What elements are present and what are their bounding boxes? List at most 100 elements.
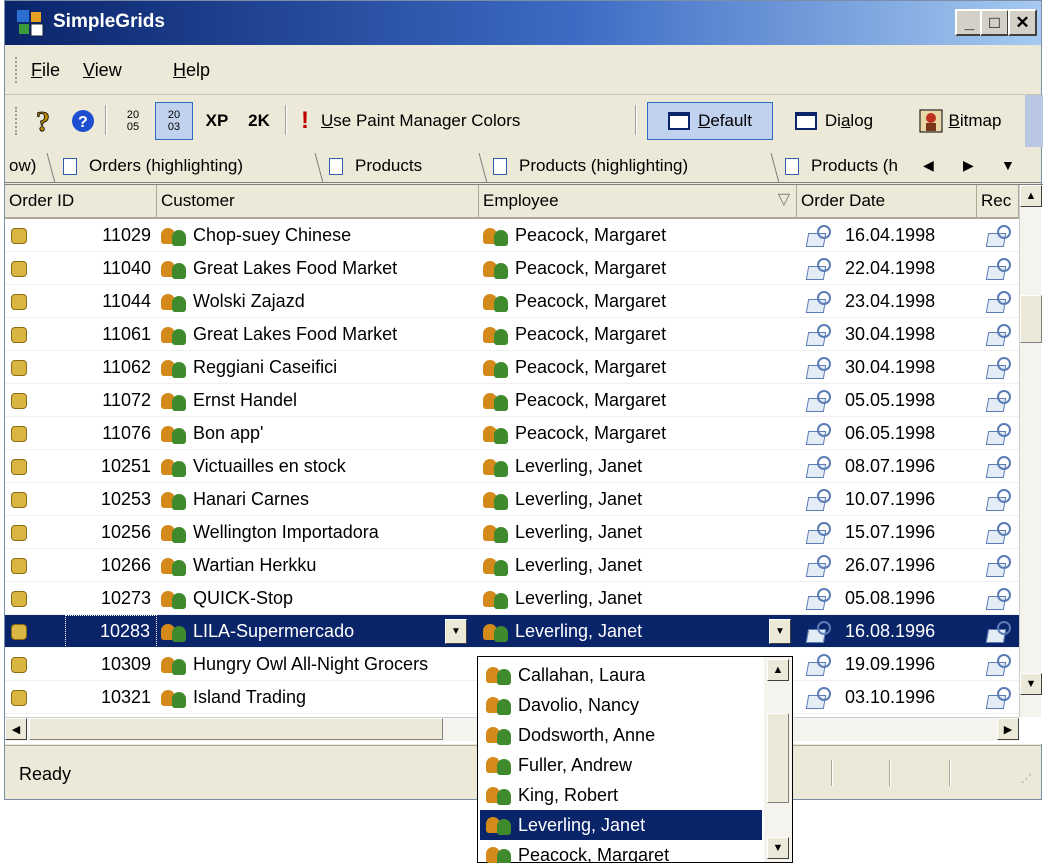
employee-cell[interactable]: Leverling, Janet <box>483 516 769 549</box>
required-date-cell[interactable] <box>979 384 1019 417</box>
customer-cell[interactable]: LILA-Supermercado <box>161 615 479 648</box>
employee-cell[interactable]: Leverling, Janet <box>483 582 769 615</box>
table-row[interactable]: 11061 Great Lakes Food Market Peacock, Mar… <box>5 318 1019 351</box>
order-date-cell[interactable]: 05.08.1996 <box>799 582 977 615</box>
vertical-scrollbar[interactable]: ▲ ▼ <box>1019 185 1042 717</box>
order-id-cell[interactable]: 10283 <box>65 615 157 648</box>
employee-cell[interactable]: Peacock, Margaret <box>483 417 769 450</box>
customer-dropdown-button[interactable]: ▼ <box>445 619 467 644</box>
column-header-order-id[interactable]: Order ID <box>5 185 157 219</box>
order-date-cell[interactable]: 16.08.1996 <box>799 615 977 648</box>
employee-cell[interactable]: Leverling, Janet <box>483 549 769 582</box>
required-date-cell[interactable] <box>979 615 1019 648</box>
order-date-cell[interactable]: 19.09.1996 <box>799 648 977 681</box>
customer-cell[interactable]: Chop-suey Chinese <box>161 219 479 252</box>
dialog-style-button[interactable]: Di a log <box>779 102 889 140</box>
customer-cell[interactable]: Ernst Handel <box>161 384 479 417</box>
dropdown-scroll-down-button[interactable]: ▼ <box>767 837 789 859</box>
tab-products-highlighting[interactable]: Products (highlighting) <box>493 149 688 183</box>
employee-cell[interactable]: Peacock, Margaret <box>483 252 769 285</box>
order-id-cell[interactable]: 10253 <box>65 483 157 516</box>
dropdown-item[interactable]: Fuller, Andrew <box>480 750 762 780</box>
help-button[interactable]: ? <box>67 102 99 140</box>
customer-cell[interactable]: Hungry Owl All-Night Grocers <box>161 648 479 681</box>
required-date-cell[interactable] <box>979 450 1019 483</box>
horizontal-scroll-thumb[interactable] <box>29 718 443 740</box>
order-id-cell[interactable]: 11072 <box>65 384 157 417</box>
menu-help[interactable]: Help <box>173 60 210 81</box>
employee-cell[interactable]: Peacock, Margaret <box>483 351 769 384</box>
customer-cell[interactable]: Hanari Carnes <box>161 483 479 516</box>
dropdown-scrollbar[interactable]: ▲ ▼ <box>764 657 792 862</box>
maximize-button[interactable]: □ <box>980 9 1009 36</box>
vertical-scroll-thumb[interactable] <box>1020 295 1042 343</box>
dropdown-item[interactable]: Peacock, Margaret <box>480 840 762 863</box>
table-row[interactable]: 10266 Wartian Herkku Leverling, Janet 26.07… <box>5 549 1019 582</box>
tab-list-button[interactable]: ▼ <box>1001 157 1015 173</box>
order-id-cell[interactable]: 10321 <box>65 681 157 714</box>
column-header-order-date[interactable]: Order Date <box>797 185 977 219</box>
sort-order-button-2[interactable]: 20 03 <box>155 102 193 140</box>
order-date-cell[interactable]: 30.04.1998 <box>799 351 977 384</box>
employee-dropdown-button[interactable]: ▼ <box>769 619 791 644</box>
employee-cell[interactable]: Peacock, Margaret <box>483 285 769 318</box>
tab-orders-highlighting[interactable]: Orders (highlighting) <box>63 149 243 183</box>
tab-scroll-left-button[interactable]: ◀ <box>923 157 934 174</box>
tab-products[interactable]: Products <box>329 149 422 183</box>
required-date-cell[interactable] <box>979 483 1019 516</box>
employee-cell[interactable]: Leverling, Janet <box>483 450 769 483</box>
table-row[interactable]: 10283 LILA-Supermercado ▼ Leverling, Janet ▼… <box>5 615 1019 648</box>
order-id-cell[interactable]: 11040 <box>65 252 157 285</box>
scroll-down-button[interactable]: ▼ <box>1020 673 1042 695</box>
required-date-cell[interactable] <box>979 318 1019 351</box>
required-date-cell[interactable] <box>979 219 1019 252</box>
order-id-cell[interactable]: 10273 <box>65 582 157 615</box>
table-row[interactable]: 11044 Wolski Zajazd Peacock, Margaret 23.04… <box>5 285 1019 318</box>
scroll-up-button[interactable]: ▲ <box>1020 185 1042 207</box>
context-help-button[interactable]: ? <box>29 102 59 140</box>
order-date-cell[interactable]: 26.07.1996 <box>799 549 977 582</box>
employee-dropdown-list[interactable]: Callahan, Laura Davolio, Nancy Dodsworth, … <box>477 656 793 863</box>
customer-cell[interactable]: Island Trading <box>161 681 479 714</box>
xp-theme-button[interactable]: XP <box>197 102 237 140</box>
order-id-cell[interactable]: 11062 <box>65 351 157 384</box>
required-date-cell[interactable] <box>979 252 1019 285</box>
column-header-required-date[interactable]: Rec <box>977 185 1019 219</box>
customer-cell[interactable]: Great Lakes Food Market <box>161 318 479 351</box>
size-grip-icon[interactable]: ⋰ <box>1021 772 1032 785</box>
employee-cell[interactable]: Peacock, Margaret <box>483 219 769 252</box>
use-paint-manager-colors-button[interactable]: ! Use Paint Manager Colors <box>297 102 627 140</box>
order-id-cell[interactable]: 10256 <box>65 516 157 549</box>
employee-cell[interactable]: Peacock, Margaret <box>483 384 769 417</box>
tab-orders-row[interactable]: ow) <box>9 149 36 183</box>
required-date-cell[interactable] <box>979 516 1019 549</box>
default-style-button[interactable]: Default <box>647 102 773 140</box>
order-date-cell[interactable]: 15.07.1996 <box>799 516 977 549</box>
toolbar-overflow-button[interactable] <box>1025 95 1043 147</box>
required-date-cell[interactable] <box>979 681 1019 714</box>
dropdown-item[interactable]: Dodsworth, Anne <box>480 720 762 750</box>
menubar-grip[interactable] <box>15 57 18 83</box>
order-id-cell[interactable]: 11044 <box>65 285 157 318</box>
required-date-cell[interactable] <box>979 351 1019 384</box>
required-date-cell[interactable] <box>979 582 1019 615</box>
customer-cell[interactable]: Wellington Importadora <box>161 516 479 549</box>
customer-cell[interactable]: Bon app' <box>161 417 479 450</box>
order-date-cell[interactable]: 08.07.1996 <box>799 450 977 483</box>
title-bar[interactable]: SimpleGrids _ □ ✕ <box>5 1 1041 45</box>
customer-cell[interactable]: Reggiani Caseifici <box>161 351 479 384</box>
required-date-cell[interactable] <box>979 285 1019 318</box>
2k-theme-button[interactable]: 2K <box>239 102 279 140</box>
dropdown-item[interactable]: Callahan, Laura <box>480 660 762 690</box>
table-row[interactable]: 10251 Victuailles en stock Leverling, Jane… <box>5 450 1019 483</box>
order-date-cell[interactable]: 30.04.1998 <box>799 318 977 351</box>
order-date-cell[interactable]: 05.05.1998 <box>799 384 977 417</box>
customer-cell[interactable]: Wartian Herkku <box>161 549 479 582</box>
table-row[interactable]: 11072 Ernst Handel Peacock, Margaret 05.05.… <box>5 384 1019 417</box>
customer-cell[interactable]: Victuailles en stock <box>161 450 479 483</box>
order-date-cell[interactable]: 22.04.1998 <box>799 252 977 285</box>
column-header-employee[interactable]: Employee ▽ <box>479 185 797 219</box>
bitmap-style-button[interactable]: Bitmap <box>897 102 1023 140</box>
order-date-cell[interactable]: 06.05.1998 <box>799 417 977 450</box>
menu-file[interactable]: File <box>31 60 60 81</box>
